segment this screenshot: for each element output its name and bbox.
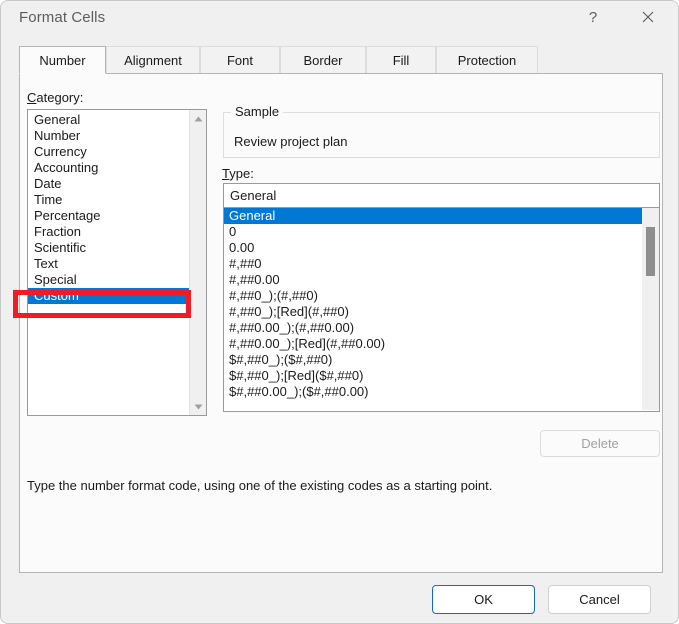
- tab-alignment[interactable]: Alignment: [106, 46, 200, 74]
- triangle-down-icon[interactable]: [190, 398, 206, 415]
- type-item-0[interactable]: 0: [224, 224, 643, 240]
- tab-font[interactable]: Font: [200, 46, 280, 74]
- type-item-paren[interactable]: #,##0_);(#,##0): [224, 288, 643, 304]
- tab-strip: Number Alignment Font Border Fill Protec…: [19, 46, 663, 74]
- category-label: Category:: [27, 90, 83, 105]
- tab-number[interactable]: Number: [19, 46, 106, 74]
- close-icon[interactable]: [626, 1, 670, 33]
- category-item-text[interactable]: Text: [28, 256, 190, 272]
- type-item-0-00[interactable]: 0.00: [224, 240, 643, 256]
- category-label-rest: ategory:: [36, 90, 84, 105]
- cancel-button[interactable]: Cancel: [548, 585, 651, 614]
- type-item-currency-paren[interactable]: $#,##0_);($#,##0): [224, 352, 643, 368]
- category-item-time[interactable]: Time: [28, 192, 190, 208]
- tab-fill[interactable]: Fill: [366, 46, 436, 74]
- type-item-thousands-2dp[interactable]: #,##0.00: [224, 272, 643, 288]
- type-scrollbar-thumb[interactable]: [646, 227, 655, 276]
- type-item-paren-2dp[interactable]: #,##0.00_);(#,##0.00): [224, 320, 643, 336]
- type-list-items: General 0 0.00 #,##0 #,##0.00 #,##0_);(#…: [224, 208, 643, 400]
- category-item-fraction[interactable]: Fraction: [28, 224, 190, 240]
- category-label-accel: C: [27, 90, 37, 105]
- type-input[interactable]: General: [223, 183, 660, 208]
- delete-button[interactable]: Delete: [540, 430, 660, 457]
- title-bar: Format Cells ?: [1, 1, 678, 35]
- tab-border[interactable]: Border: [280, 46, 366, 74]
- triangle-up-icon[interactable]: [190, 110, 206, 127]
- type-item-thousands[interactable]: #,##0: [224, 256, 643, 272]
- category-item-date[interactable]: Date: [28, 176, 190, 192]
- tab-protection[interactable]: Protection: [436, 46, 538, 74]
- category-item-custom[interactable]: Custom: [28, 288, 190, 304]
- type-scrollbar[interactable]: [642, 208, 659, 410]
- type-item-currency-red[interactable]: $#,##0_);[Red]($#,##0): [224, 368, 643, 384]
- hint-text: Type the number format code, using one o…: [27, 478, 493, 493]
- type-listbox[interactable]: General 0 0.00 #,##0 #,##0.00 #,##0_);(#…: [223, 208, 660, 412]
- format-cells-dialog: Format Cells ? Number Alignment Font Bor…: [0, 0, 679, 624]
- category-item-currency[interactable]: Currency: [28, 144, 190, 160]
- type-item-general[interactable]: General: [224, 208, 643, 224]
- category-item-accounting[interactable]: Accounting: [28, 160, 190, 176]
- window-title: Format Cells: [19, 9, 106, 26]
- category-item-number[interactable]: Number: [28, 128, 190, 144]
- ok-button[interactable]: OK: [432, 585, 535, 614]
- type-label-rest: ype:: [229, 166, 254, 181]
- type-label: Type:: [222, 166, 254, 181]
- category-listbox[interactable]: General Number Currency Accounting Date …: [27, 109, 207, 416]
- help-icon[interactable]: ?: [571, 1, 615, 33]
- category-item-percentage[interactable]: Percentage: [28, 208, 190, 224]
- category-list-items: General Number Currency Accounting Date …: [28, 112, 190, 304]
- type-item-paren-2dp-red[interactable]: #,##0.00_);[Red](#,##0.00): [224, 336, 643, 352]
- type-item-paren-red[interactable]: #,##0_);[Red](#,##0): [224, 304, 643, 320]
- sample-group-legend: Sample: [231, 104, 284, 119]
- category-item-general[interactable]: General: [28, 112, 190, 128]
- category-scrollbar[interactable]: [189, 110, 206, 415]
- category-item-scientific[interactable]: Scientific: [28, 240, 190, 256]
- category-item-special[interactable]: Special: [28, 272, 190, 288]
- type-item-currency-2dp[interactable]: $#,##0.00_);($#,##0.00): [224, 384, 643, 400]
- sample-value: Review project plan: [234, 134, 348, 149]
